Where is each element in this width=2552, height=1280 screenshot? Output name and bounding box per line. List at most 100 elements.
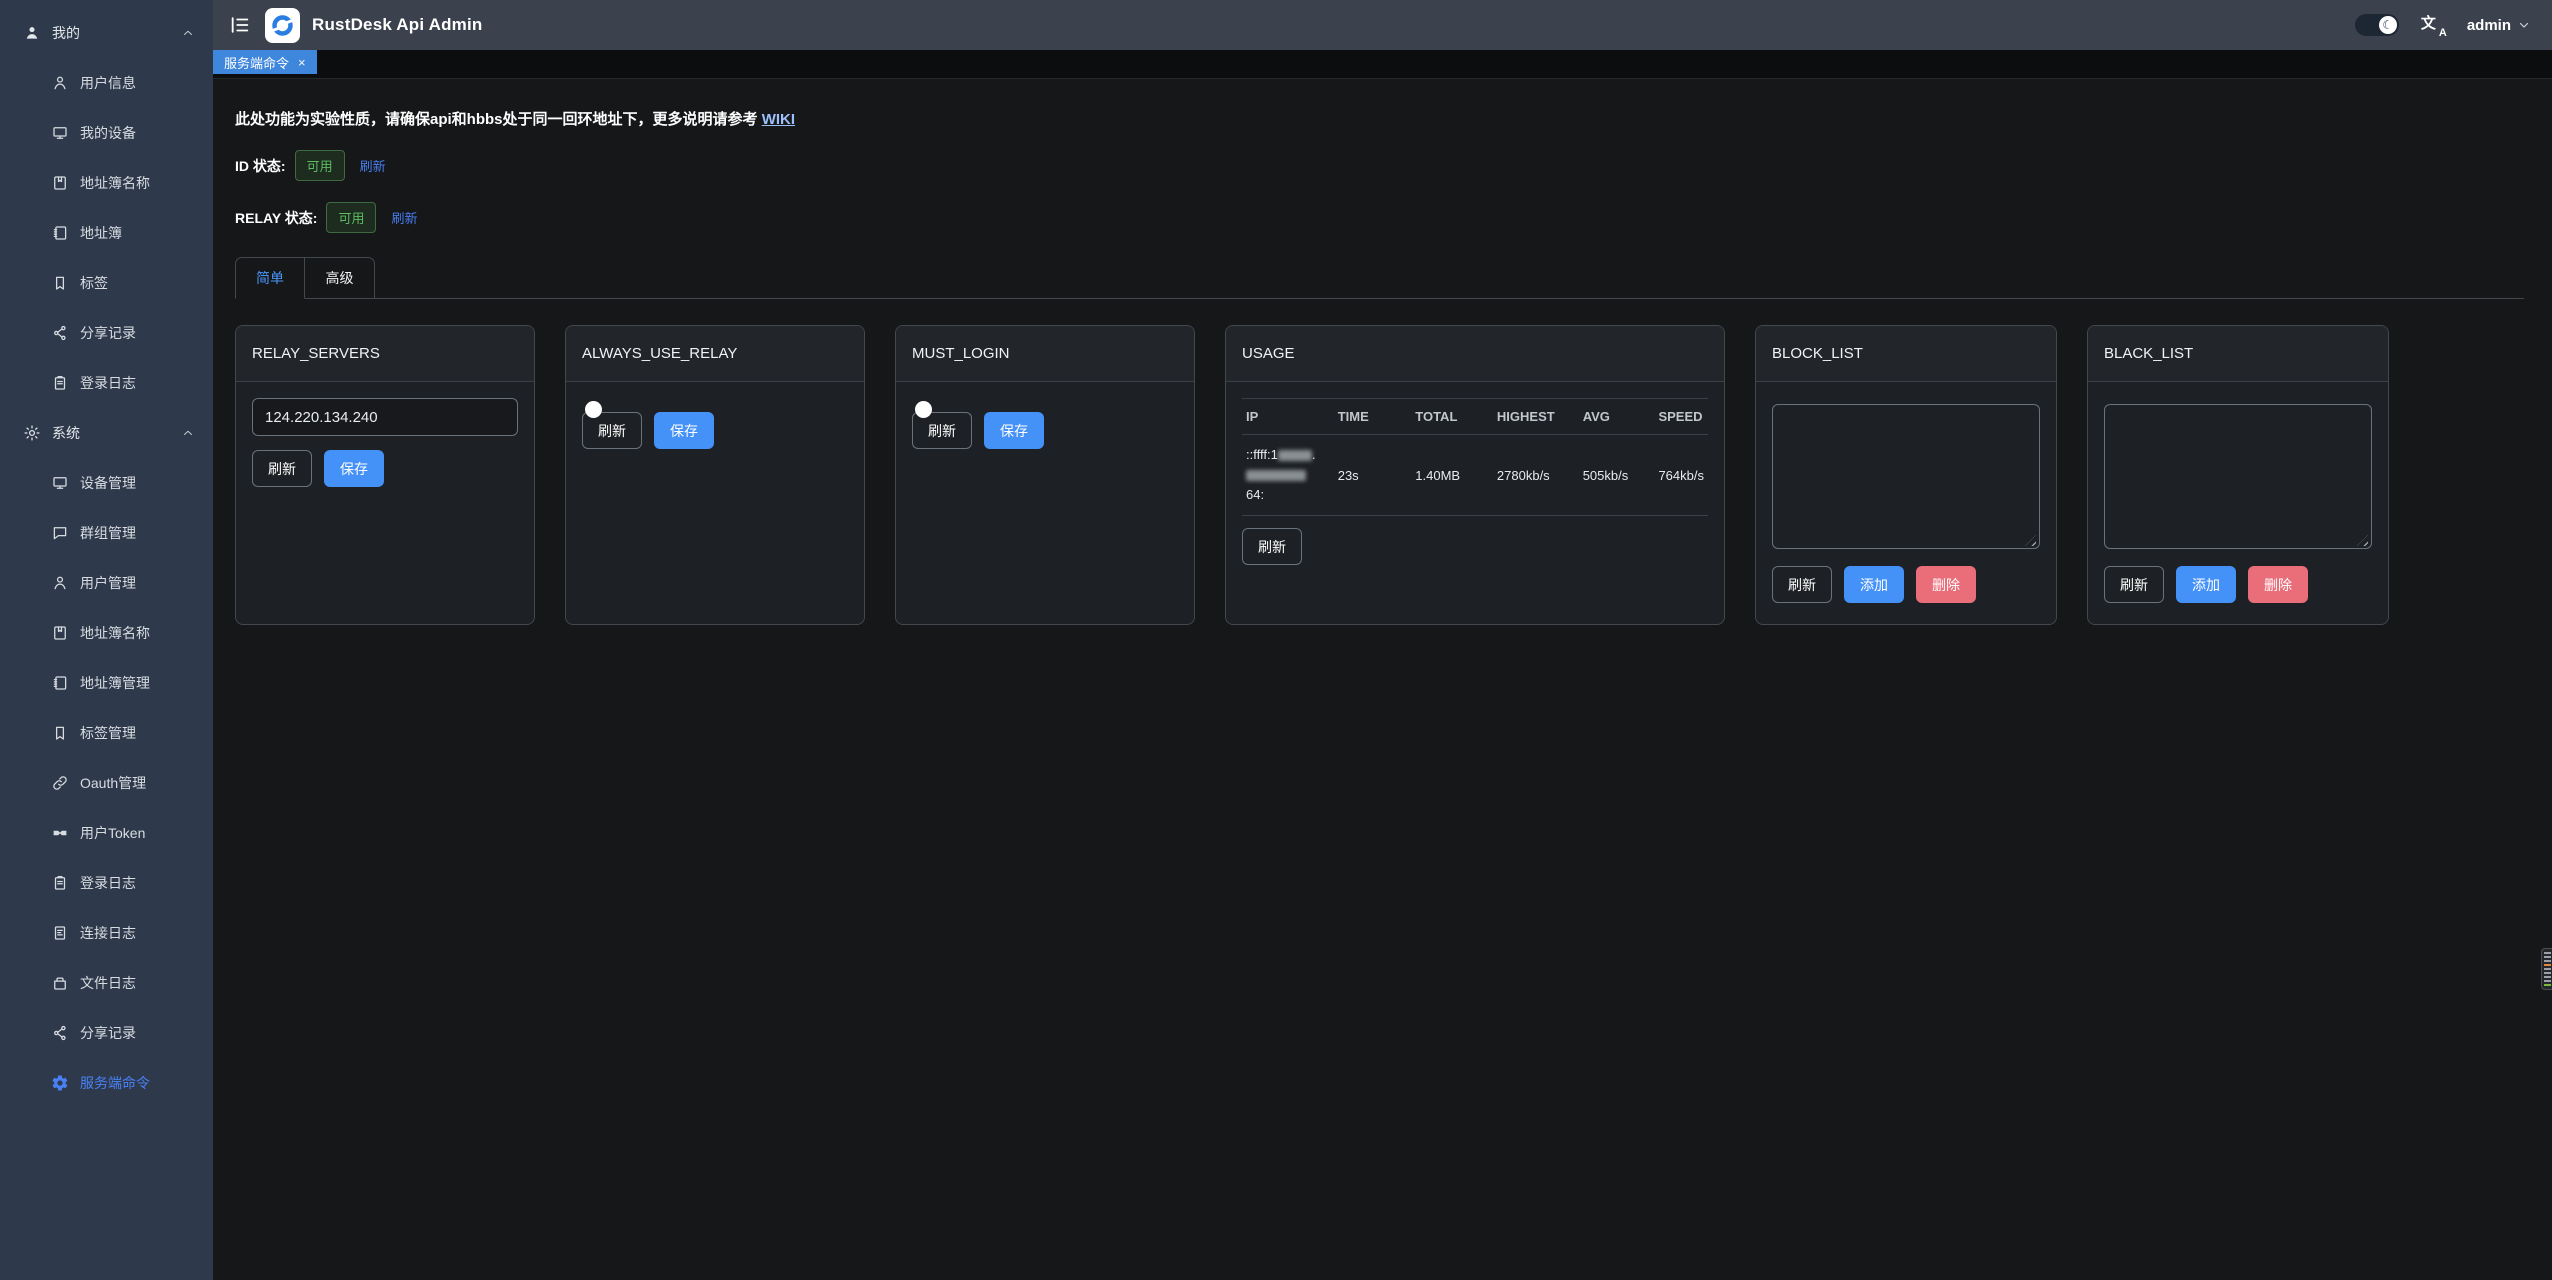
- black-list-delete-button[interactable]: 删除: [2248, 566, 2308, 603]
- clipboard-icon: [50, 374, 69, 393]
- toggle-knob: [585, 401, 602, 418]
- sidebar-item-label: 地址簿管理: [80, 673, 150, 693]
- sidebar-item-tags[interactable]: 标签: [0, 258, 213, 308]
- relay-servers-refresh-button[interactable]: 刷新: [252, 450, 312, 487]
- sidebar-item-label: 我的设备: [80, 123, 136, 143]
- sidebar: 我的用户信息我的设备地址簿名称地址簿标签分享记录登录日志系统设备管理群组管理用户…: [0, 0, 213, 1280]
- card-body: 刷新 保存: [566, 382, 864, 465]
- card-usage: USAGE IPTIMETOTALHIGHESTAVGSPEED ::ffff:…: [1225, 325, 1725, 625]
- usage-avg-cell: 505kb/s: [1579, 435, 1655, 516]
- monitor-icon: [50, 474, 69, 493]
- ip-prefix: ::ffff:1: [1246, 447, 1278, 462]
- block-list-textarea[interactable]: [1772, 404, 2040, 549]
- share-icon: [50, 1024, 69, 1043]
- button-row: 刷新 保存: [252, 450, 518, 487]
- sidebar-item-oauth-management[interactable]: Oauth管理: [0, 758, 213, 808]
- sidebar-item-label: 地址簿名称: [80, 173, 150, 193]
- chevron-up-icon: [181, 426, 195, 440]
- language-icon[interactable]: 文 A: [2421, 14, 2445, 36]
- sidebar-item-my-devices[interactable]: 我的设备: [0, 108, 213, 158]
- theme-toggle[interactable]: ☾: [2355, 14, 2399, 36]
- tab-close-icon[interactable]: ×: [298, 56, 306, 69]
- sidebar-item-file-logs[interactable]: 文件日志: [0, 958, 213, 1008]
- address-book-icon: [50, 174, 69, 193]
- black-list-textarea[interactable]: [2104, 404, 2372, 549]
- block-list-refresh-button[interactable]: 刷新: [1772, 566, 1832, 603]
- sidebar-item-server-commands[interactable]: 服务端命令: [0, 1058, 213, 1108]
- usage-refresh-button[interactable]: 刷新: [1242, 528, 1302, 565]
- sidebar-item-address-book-name-admin[interactable]: 地址簿名称: [0, 608, 213, 658]
- notebook-icon: [50, 224, 69, 243]
- relay-servers-save-button[interactable]: 保存: [324, 450, 384, 487]
- tab-advanced[interactable]: 高级: [305, 257, 375, 299]
- sidebar-collapse-icon[interactable]: [229, 14, 251, 36]
- sidebar-item-address-book-management[interactable]: 地址簿管理: [0, 658, 213, 708]
- usage-ip-cell: ::ffff:1. 64:: [1242, 435, 1334, 516]
- card-body: 刷新 保存: [896, 382, 1194, 465]
- toggle-knob: [915, 401, 932, 418]
- experimental-notice: 此处功能为实验性质，请确保api和hbbs处于同一回环地址下，更多说明请参考 W…: [235, 108, 2524, 129]
- notebook-icon: [50, 674, 69, 693]
- relay-refresh-link[interactable]: 刷新: [391, 208, 417, 227]
- redacted-blur: [1246, 470, 1306, 481]
- page-tab-server-commands[interactable]: 服务端命令 ×: [213, 50, 317, 74]
- id-refresh-link[interactable]: 刷新: [360, 156, 386, 175]
- usage-highest-cell: 2780kb/s: [1493, 435, 1579, 516]
- card-always-use-relay: ALWAYS_USE_RELAY 刷新 保存: [565, 325, 865, 625]
- sidebar-item-label: 用户信息: [80, 73, 136, 93]
- card-title: MUST_LOGIN: [896, 326, 1194, 382]
- relay-status-label: RELAY 状态:: [235, 208, 317, 228]
- sidebar-item-label: Oauth管理: [80, 773, 146, 793]
- black-list-add-button[interactable]: 添加: [2176, 566, 2236, 603]
- card-block-list: BLOCK_LIST 刷新 添加 删除: [1755, 325, 2057, 625]
- language-zh-glyph: 文: [2421, 12, 2436, 33]
- archive-icon: [50, 974, 69, 993]
- wiki-link[interactable]: WIKI: [762, 111, 795, 128]
- tab-simple[interactable]: 简单: [235, 257, 305, 299]
- card-title: RELAY_SERVERS: [236, 326, 534, 382]
- block-list-delete-button[interactable]: 删除: [1916, 566, 1976, 603]
- sidebar-item-group-management[interactable]: 群组管理: [0, 508, 213, 558]
- sidebar-item-device-management[interactable]: 设备管理: [0, 458, 213, 508]
- browser-extension-widget[interactable]: [2541, 948, 2552, 990]
- page-tab-label: 服务端命令: [224, 53, 289, 72]
- sidebar-item-login-logs[interactable]: 登录日志: [0, 358, 213, 408]
- sidebar-item-user-token[interactable]: 用户Token: [0, 808, 213, 858]
- card-body: IPTIMETOTALHIGHESTAVGSPEED ::ffff:1. 64:…: [1226, 382, 1724, 581]
- sidebar-item-label: 标签: [80, 273, 108, 293]
- card-title: BLOCK_LIST: [1756, 326, 2056, 382]
- sidebar-item-user-management[interactable]: 用户管理: [0, 558, 213, 608]
- sidebar-item-connection-logs[interactable]: 连接日志: [0, 908, 213, 958]
- relay-servers-input[interactable]: [252, 398, 518, 436]
- card-body: 刷新 保存: [236, 382, 534, 503]
- usage-total-cell: 1.40MB: [1411, 435, 1493, 516]
- sidebar-group-label: 系统: [52, 423, 80, 443]
- sidebar-item-tag-management[interactable]: 标签管理: [0, 708, 213, 758]
- usage-speed-cell: 764kb/s: [1654, 435, 1708, 516]
- notice-text: 此处功能为实验性质，请确保api和hbbs处于同一回环地址下，更多说明请参考: [235, 111, 762, 128]
- usage-table-header: IPTIMETOTALHIGHESTAVGSPEED: [1242, 399, 1708, 435]
- sidebar-item-address-book-name[interactable]: 地址簿名称: [0, 158, 213, 208]
- sidebar-item-label: 设备管理: [80, 473, 136, 493]
- block-list-add-button[interactable]: 添加: [1844, 566, 1904, 603]
- sidebar-item-user-info[interactable]: 用户信息: [0, 58, 213, 108]
- language-en-glyph: A: [2439, 27, 2447, 39]
- moon-icon: ☾: [2379, 16, 2397, 34]
- user-menu[interactable]: admin: [2467, 17, 2530, 34]
- sidebar-item-login-logs-admin[interactable]: 登录日志: [0, 858, 213, 908]
- must-login-save-button[interactable]: 保存: [984, 412, 1044, 449]
- always-use-relay-save-button[interactable]: 保存: [654, 412, 714, 449]
- sidebar-item-share-records-admin[interactable]: 分享记录: [0, 1008, 213, 1058]
- app-title: RustDesk Api Admin: [312, 15, 482, 35]
- bookmark-icon: [50, 274, 69, 293]
- chevron-down-icon: [2518, 19, 2530, 31]
- sidebar-group-my[interactable]: 我的: [0, 8, 213, 58]
- sidebar-item-address-book[interactable]: 地址簿: [0, 208, 213, 258]
- sidebar-item-label: 分享记录: [80, 1023, 136, 1043]
- black-list-refresh-button[interactable]: 刷新: [2104, 566, 2164, 603]
- sidebar-item-label: 群组管理: [80, 523, 136, 543]
- sidebar-item-share-records[interactable]: 分享记录: [0, 308, 213, 358]
- usage-column-ip: IP: [1242, 399, 1334, 435]
- chevron-up-icon: [181, 26, 195, 40]
- sidebar-group-system[interactable]: 系统: [0, 408, 213, 458]
